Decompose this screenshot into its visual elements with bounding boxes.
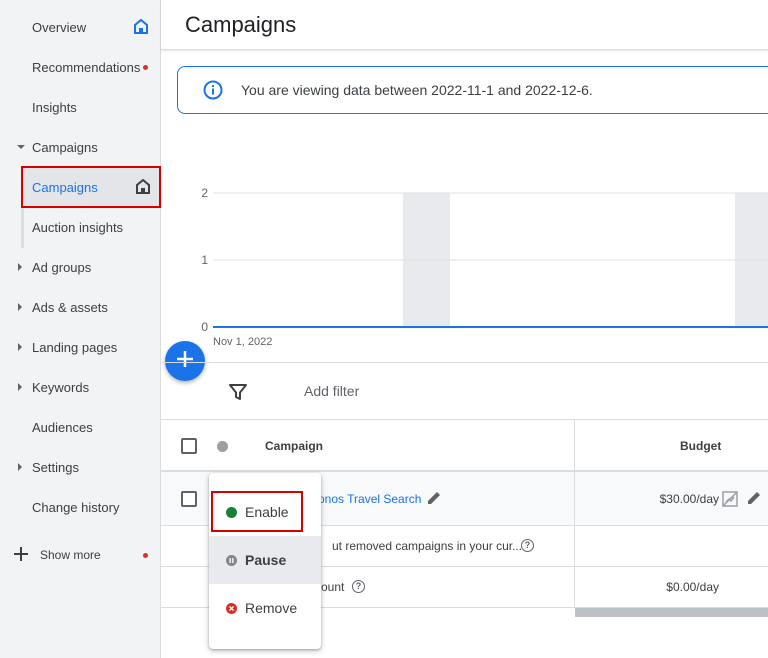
sidebar-item-label: Insights	[32, 99, 77, 115]
filter-bar: Add filter	[161, 362, 768, 420]
sidebar: Overview Recommendations Insights Campai…	[0, 0, 161, 658]
menu-item-label: Remove	[245, 600, 298, 616]
menu-item-pause[interactable]: Pause	[209, 536, 321, 584]
info-icon	[203, 80, 223, 105]
sidebar-item-label: Change history	[32, 499, 120, 515]
caret-right-icon	[18, 303, 22, 311]
y-tick-label: 1	[201, 253, 208, 267]
campaign-name-link[interactable]: onos Travel Search	[318, 492, 421, 506]
sidebar-item-change-history[interactable]: Change history	[0, 487, 160, 527]
status-column-icon[interactable]	[217, 441, 228, 452]
sidebar-item-label: Campaigns	[32, 139, 98, 155]
removed-status-icon	[226, 603, 237, 614]
sidebar-item-keywords[interactable]: Keywords	[0, 367, 160, 407]
sidebar-item-recommendations[interactable]: Recommendations	[0, 47, 160, 87]
help-icon[interactable]: ?	[352, 580, 365, 593]
x-tick-label: Nov 1, 2022	[213, 336, 272, 348]
plus-icon	[14, 547, 28, 564]
performance-chart: 2 1 0 Nov 1, 2022	[161, 160, 768, 360]
caret-right-icon	[18, 343, 22, 351]
sidebar-item-label: Ads & assets	[32, 299, 108, 315]
sidebar-item-label: Audiences	[32, 419, 93, 435]
filter-icon[interactable]	[229, 383, 247, 406]
select-all-checkbox[interactable]	[181, 438, 197, 454]
sidebar-item-ad-groups[interactable]: Ad groups	[0, 247, 160, 287]
y-tick-label: 0	[201, 320, 208, 334]
sidebar-item-label: Keywords	[32, 379, 90, 395]
total-account-label: ount	[321, 580, 345, 594]
caret-right-icon	[18, 263, 22, 271]
sidebar-item-insights[interactable]: Insights	[0, 87, 160, 127]
sidebar-item-overview[interactable]: Overview	[0, 7, 160, 47]
chart-unavailable-icon[interactable]	[721, 490, 739, 513]
column-header-budget[interactable]: Budget	[680, 439, 721, 453]
edit-icon[interactable]	[746, 490, 762, 511]
menu-item-label: Pause	[245, 552, 287, 568]
help-icon[interactable]: ?	[521, 539, 534, 552]
sidebar-item-label: Auction insights	[32, 219, 124, 235]
banner-text: You are viewing data between 2022-11-1 a…	[241, 82, 593, 98]
paused-status-icon	[226, 555, 237, 566]
column-header-campaign[interactable]: Campaign	[265, 439, 323, 453]
horizontal-scrollbar[interactable]	[575, 608, 768, 617]
notification-dot	[143, 553, 148, 558]
caret-down-icon	[17, 145, 25, 149]
row-checkbox[interactable]	[181, 491, 197, 507]
add-filter-button[interactable]: Add filter	[304, 383, 359, 399]
highlight-box	[211, 491, 303, 532]
highlight-box	[21, 166, 161, 208]
table-header: Campaign Budget	[161, 420, 768, 472]
home-icon[interactable]	[134, 18, 148, 37]
menu-item-remove[interactable]: Remove	[209, 584, 321, 632]
sidebar-item-ads-assets[interactable]: Ads & assets	[0, 287, 160, 327]
show-more-label: Show more	[40, 548, 101, 562]
sidebar-item-label: Landing pages	[32, 339, 118, 355]
page-header: Campaigns	[161, 0, 768, 50]
caret-right-icon	[18, 463, 22, 471]
page-title: Campaigns	[185, 12, 297, 37]
date-range-banner: You are viewing data between 2022-11-1 a…	[177, 66, 768, 114]
sidebar-item-label: Ad groups	[32, 259, 92, 275]
sidebar-item-settings[interactable]: Settings	[0, 447, 160, 487]
show-more-button[interactable]: Show more	[0, 535, 160, 575]
sidebar-item-label: Settings	[32, 459, 79, 475]
chart-svg: 2 1 0 Nov 1, 2022	[201, 186, 768, 348]
y-tick-label: 2	[201, 186, 208, 200]
sidebar-item-label: Overview	[32, 19, 87, 35]
total-removed-label: ut removed campaigns in your cur...	[332, 539, 523, 553]
sidebar-item-landing-pages[interactable]: Landing pages	[0, 327, 160, 367]
budget-value: $0.00/day	[666, 580, 719, 594]
column-divider	[574, 420, 575, 608]
budget-value: $30.00/day	[659, 492, 719, 506]
sidebar-item-auction-insights[interactable]: Auction insights	[0, 207, 160, 247]
caret-right-icon	[18, 383, 22, 391]
sidebar-item-label: Recommendations	[32, 59, 141, 75]
sidebar-item-campaigns-group[interactable]: Campaigns	[0, 127, 160, 167]
sidebar-item-audiences[interactable]: Audiences	[0, 407, 160, 447]
edit-icon[interactable]	[426, 490, 442, 511]
notification-dot	[143, 65, 148, 70]
